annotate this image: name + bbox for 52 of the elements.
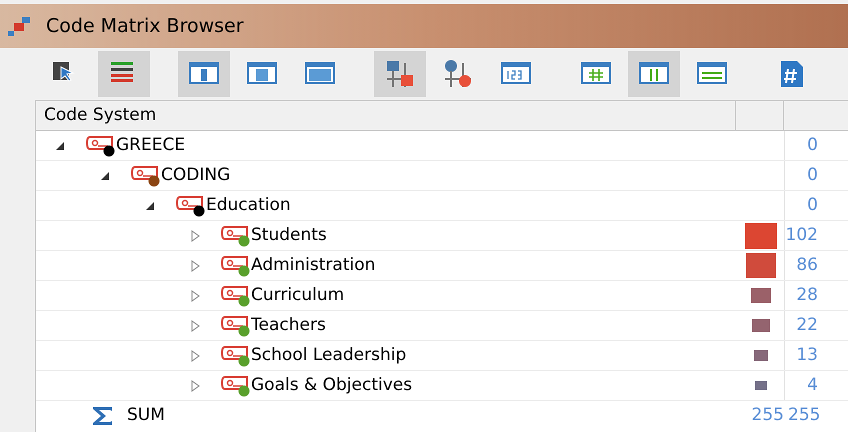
code-count: 13 — [796, 344, 818, 367]
circles-icon — [443, 59, 473, 89]
toolbar-button[interactable] — [178, 51, 230, 97]
code-tag-icon — [221, 224, 251, 246]
frequency-square — [752, 318, 770, 332]
code-label[interactable]: GREECE — [116, 132, 186, 158]
frequency-square — [746, 253, 776, 278]
code-count: 0 — [807, 164, 818, 187]
toolbar-button[interactable] — [98, 51, 150, 97]
code-tag-icon — [221, 374, 251, 396]
code-count: 28 — [796, 284, 818, 307]
code-tag-icon — [221, 254, 251, 276]
toolbar-button[interactable] — [628, 51, 680, 97]
code-count: 86 — [796, 254, 818, 277]
sigma-icon — [91, 405, 115, 427]
code-count: 4 — [807, 374, 818, 397]
expand-icon[interactable] — [189, 320, 201, 332]
code-tag-icon — [176, 194, 206, 216]
collapse-icon[interactable] — [99, 170, 111, 182]
code-count: 22 — [796, 314, 818, 337]
frequency-square — [754, 350, 768, 362]
expand-icon[interactable] — [189, 230, 201, 242]
sum-label: SUM — [127, 404, 165, 428]
code-tag-icon — [86, 134, 116, 156]
sum-value: 255 — [750, 404, 784, 428]
code-label[interactable]: Goals & Objectives — [251, 372, 412, 398]
code-tag-icon — [131, 164, 161, 186]
expand-icon[interactable] — [189, 350, 201, 362]
code-label[interactable]: Administration — [251, 252, 376, 278]
frequency-square — [745, 222, 777, 248]
expand-icon[interactable] — [189, 260, 201, 272]
collapse-icon[interactable] — [144, 200, 156, 212]
squares-icon — [385, 59, 415, 89]
code-label[interactable]: School Leadership — [251, 342, 406, 368]
code-tag-icon — [221, 314, 251, 336]
frequency-square — [755, 381, 767, 390]
code-label[interactable]: Teachers — [251, 312, 326, 338]
code-count: 0 — [807, 194, 818, 217]
code-label[interactable]: Education — [206, 192, 291, 218]
window-title: Code Matrix Browser — [46, 14, 244, 39]
code-label[interactable]: Students — [251, 222, 327, 248]
expand-icon[interactable] — [189, 380, 201, 392]
sum-value: 255 — [787, 404, 822, 428]
code-label[interactable]: Curriculum — [251, 282, 344, 308]
expand-icon[interactable] — [189, 290, 201, 302]
collapse-icon[interactable] — [54, 140, 66, 152]
frequency-square — [751, 288, 771, 304]
code-tag-icon — [221, 284, 251, 306]
code-count: 0 — [807, 134, 818, 157]
code-label[interactable]: CODING — [161, 162, 230, 188]
code-count: 102 — [786, 224, 818, 247]
code-tag-icon — [221, 344, 251, 366]
